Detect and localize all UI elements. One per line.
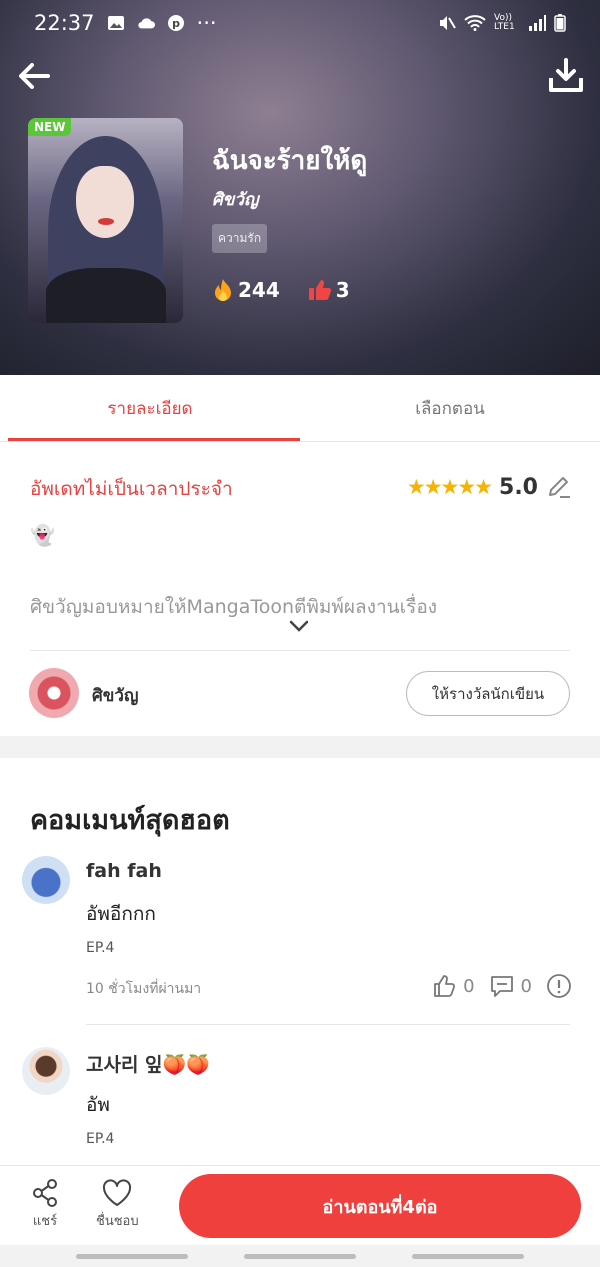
comment-reply-count: 0	[520, 975, 532, 997]
likes-stat: 3	[308, 278, 350, 302]
book-description: ศิขวัญมอบหมายให้MangaToonตีพิมพ์ผลงานเรื…	[30, 596, 438, 618]
commenter-avatar[interactable]	[22, 856, 70, 904]
likes-count: 3	[335, 278, 350, 302]
wifi-icon	[464, 15, 486, 31]
system-nav-bar	[0, 1245, 600, 1267]
book-author[interactable]: ศิขวัญ	[212, 186, 258, 213]
share-icon	[33, 1179, 57, 1207]
thumbs-up-icon	[308, 280, 331, 300]
comment-episode: EP.4	[86, 1131, 115, 1147]
report-icon[interactable]	[546, 973, 572, 999]
nav-pill[interactable]	[76, 1254, 188, 1259]
status-more: ···	[196, 11, 217, 35]
new-badge: NEW	[28, 118, 72, 136]
comment-like[interactable]: 0	[433, 974, 475, 998]
comment-actions: 0 0	[433, 973, 572, 999]
svg-text:p: p	[172, 17, 180, 30]
cloud-icon	[137, 18, 155, 29]
battery-icon	[554, 14, 566, 32]
views-stat: 244	[212, 278, 280, 302]
thumbs-up-outline-icon	[434, 975, 456, 997]
divider	[86, 1024, 570, 1025]
continue-reading-button[interactable]: อ่านตอนที่4ต่อ	[179, 1174, 581, 1238]
favorite-button[interactable]: ชื่นชอบ	[96, 1178, 139, 1231]
views-count: 244	[238, 278, 280, 302]
genre-tag[interactable]: ความรัก	[212, 224, 268, 253]
comment-like-count: 0	[463, 975, 475, 997]
bottom-action-bar: แชร์ ชื่นชอบ อ่านตอนที่4ต่อ	[0, 1165, 600, 1245]
share-button[interactable]: แชร์	[30, 1178, 60, 1231]
status-bar: 22:37 p ··· Vo)) LTE1	[34, 8, 566, 38]
update-schedule: อัพเดทไม่เป็นเวลาประจำ	[30, 478, 233, 500]
comment-episode: EP.4	[86, 940, 115, 956]
status-time: 22:37	[34, 11, 95, 35]
network-label: Vo)) LTE1	[494, 13, 515, 32]
rating-value: 5.0	[499, 474, 538, 500]
chat-bubble-icon	[490, 976, 513, 997]
tab-episodes[interactable]: เลือกตอน	[300, 375, 600, 441]
book-cover[interactable]	[28, 118, 183, 323]
book-title: ฉันจะร้ายให้ดู	[212, 146, 368, 176]
tab-bar: รายละเอียด เลือกตอน	[0, 375, 600, 442]
author-name[interactable]: ศิขวัญ	[92, 682, 138, 709]
hot-comments-title: คอมเมนท์สุดฮอต	[30, 805, 230, 836]
pinterest-icon: p	[167, 15, 184, 31]
share-label: แชร์	[32, 1214, 58, 1229]
edit-pencil-icon[interactable]	[546, 474, 572, 500]
comment-time: 10 ชั่วโมงที่ผ่านมา	[86, 981, 202, 997]
comment-text: อัพอีกกก	[86, 903, 156, 925]
mute-icon	[440, 16, 456, 30]
cover-face	[76, 166, 134, 238]
book-stats: 244 3	[212, 278, 350, 302]
fire-icon	[215, 279, 231, 301]
reward-author-button[interactable]: ให้รางวัลนักเขียน	[406, 671, 570, 716]
download-icon[interactable]	[548, 56, 584, 94]
ghost-emoji: 👻	[30, 523, 55, 547]
section-gap	[0, 736, 600, 758]
tab-details[interactable]: รายละเอียด	[0, 375, 300, 441]
heart-icon	[103, 1179, 132, 1206]
book-header: 22:37 p ··· Vo)) LTE1 NEW ฉันจะร้ายให้ดู…	[0, 0, 600, 375]
favorite-label: ชื่นชอบ	[96, 1214, 139, 1229]
rating: ★★★★★ 5.0	[407, 474, 572, 500]
cover-lips	[98, 218, 114, 225]
author-avatar[interactable]	[29, 668, 79, 718]
rating-stars: ★★★★★	[406, 475, 493, 499]
nav-pill[interactable]	[244, 1254, 356, 1259]
cover-shirt	[46, 268, 166, 323]
signal-icon	[529, 15, 546, 31]
back-arrow-icon[interactable]	[14, 56, 54, 96]
gallery-icon	[107, 16, 124, 30]
commenter-avatar[interactable]	[22, 1047, 70, 1095]
commenter-name[interactable]: fah fah	[86, 860, 162, 882]
comment-text: อัพ	[86, 1094, 110, 1116]
commenter-name[interactable]: 고사리 잎🍑🍑	[86, 1050, 210, 1077]
divider	[30, 650, 570, 651]
comment-reply[interactable]: 0	[489, 974, 532, 998]
chevron-down-icon[interactable]	[288, 618, 310, 634]
nav-pill[interactable]	[412, 1254, 524, 1259]
